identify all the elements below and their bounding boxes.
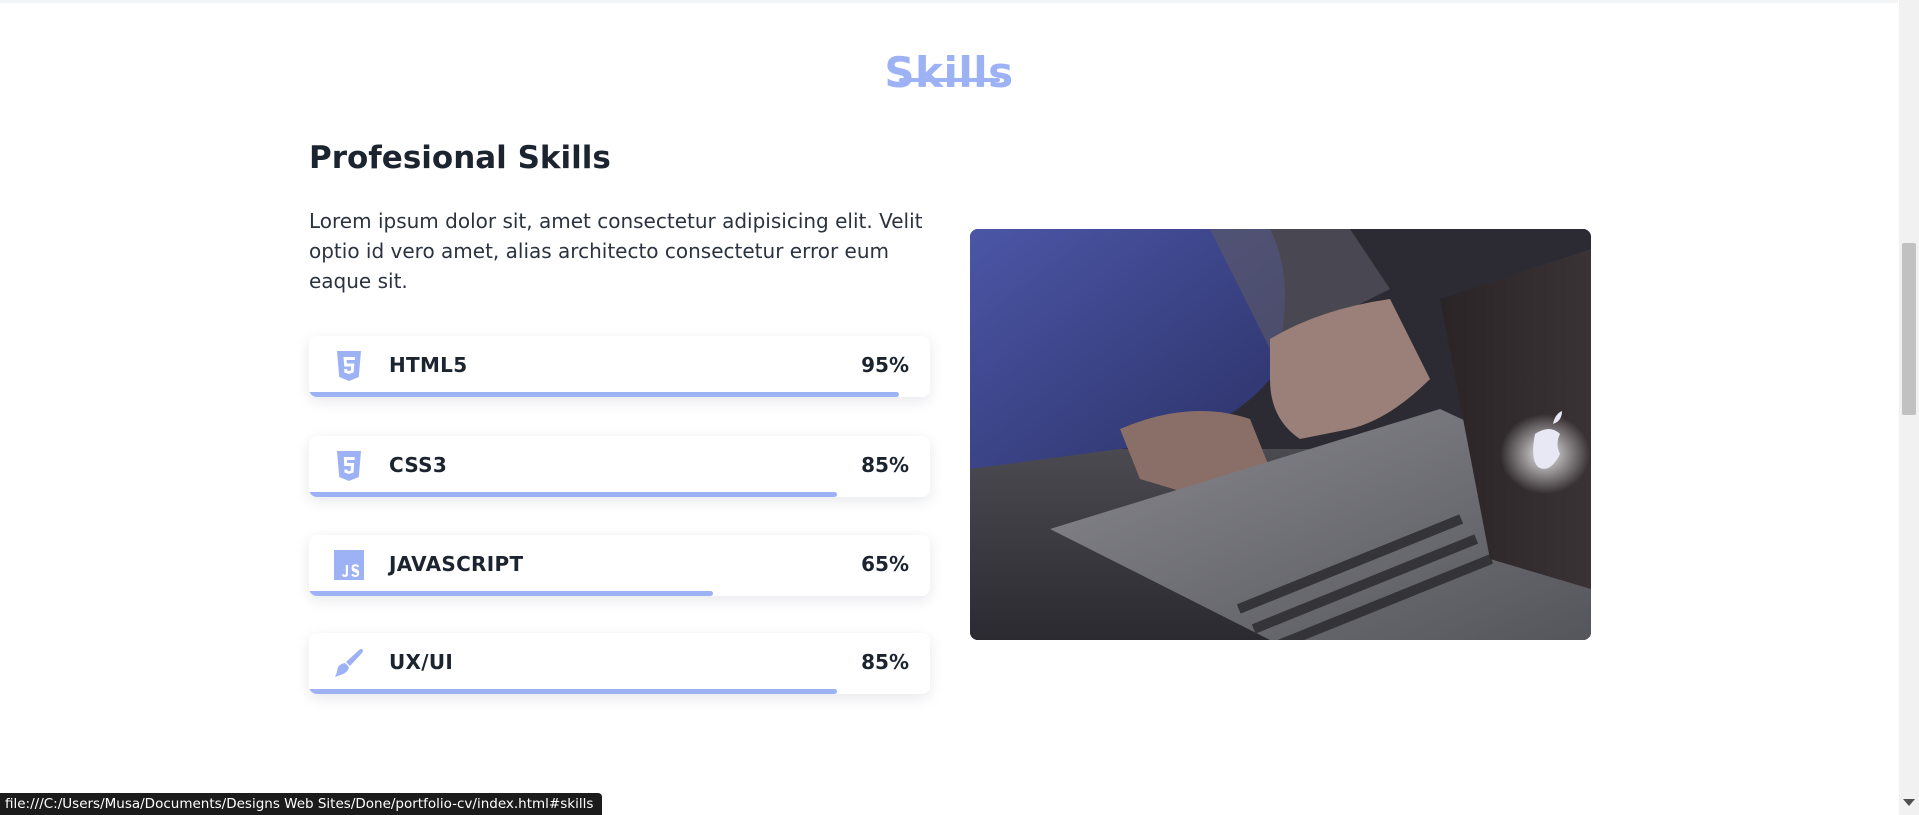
javascript-icon bbox=[333, 549, 365, 581]
skill-card-javascript: JAVASCRIPT 65% bbox=[309, 535, 930, 596]
browser-status-bar: file:///C:/Users/Musa/Documents/Designs … bbox=[0, 793, 603, 815]
skill-percent: 95% bbox=[861, 353, 909, 377]
skill-name: UX/UI bbox=[389, 650, 454, 674]
skill-name: CSS3 bbox=[389, 453, 448, 477]
scrollbar-thumb[interactable] bbox=[1902, 243, 1916, 415]
css3-icon bbox=[333, 450, 365, 482]
skill-card-css3: CSS3 85% bbox=[309, 436, 930, 497]
scroll-down-arrow-icon[interactable] bbox=[1903, 799, 1915, 806]
professional-skills-heading: Profesional Skills bbox=[309, 140, 611, 176]
section-title-underline bbox=[899, 78, 1000, 82]
skill-name: HTML5 bbox=[389, 353, 468, 377]
skill-percent: 85% bbox=[861, 453, 909, 477]
skill-card-html5: HTML5 95% bbox=[309, 336, 930, 397]
skills-description: Lorem ipsum dolor sit, amet consectetur … bbox=[309, 209, 923, 293]
skill-percent: 85% bbox=[861, 650, 909, 674]
skill-progress-bar bbox=[309, 591, 713, 596]
skills-photo bbox=[970, 229, 1591, 640]
skill-progress-bar bbox=[309, 492, 837, 497]
skill-percent: 65% bbox=[861, 552, 909, 576]
skill-progress-bar bbox=[309, 689, 837, 694]
header-divider bbox=[0, 0, 1898, 3]
html5-icon bbox=[333, 350, 365, 382]
skill-progress-bar bbox=[309, 392, 899, 397]
section-title: Skills bbox=[884, 48, 1014, 98]
skill-card-uxui: UX/UI 85% bbox=[309, 633, 930, 694]
paintbrush-icon bbox=[333, 647, 365, 679]
skill-name: JAVASCRIPT bbox=[389, 552, 524, 576]
